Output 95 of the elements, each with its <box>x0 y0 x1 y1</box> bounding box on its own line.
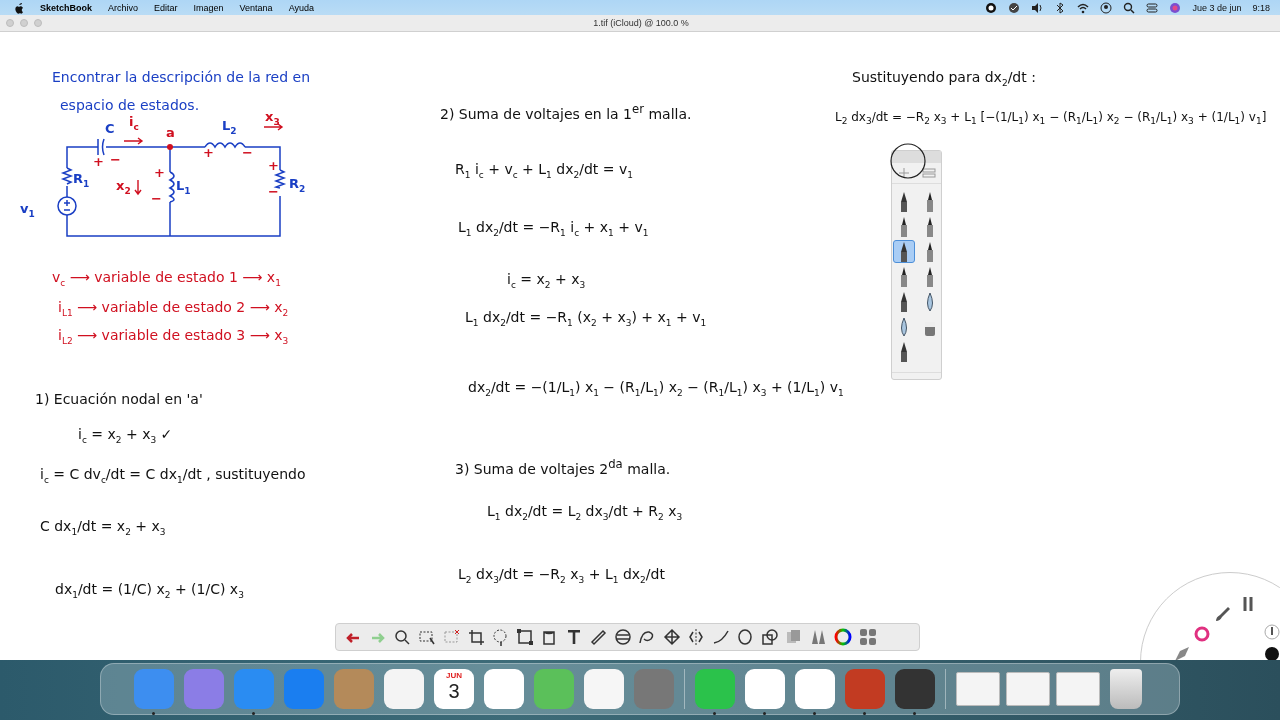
window-thumbnail[interactable] <box>1056 672 1100 706</box>
circuit-label: v$_{1}$ <box>20 201 35 221</box>
circuit-label: a <box>166 125 175 140</box>
perspective-icon[interactable] <box>662 628 681 646</box>
zoom-icon[interactable] <box>393 628 411 646</box>
lasso-icon[interactable] <box>491 628 509 646</box>
handwritten-text: R$_{1}$ i$_{c}$ + v$_{c}$ + L$_{1}$ dx$_{2}$/dt = v$_{1}$ <box>455 160 633 182</box>
deselect-icon[interactable] <box>442 628 460 646</box>
shapes-icon[interactable] <box>760 628 779 646</box>
layers-icon[interactable] <box>921 167 936 179</box>
control-center-icon[interactable] <box>1146 1 1159 14</box>
handwritten-text: i$_{c}$ = x$_{2}$ + x$_{3}$ <box>507 270 586 292</box>
menu-item[interactable]: Ventana <box>239 2 273 13</box>
app-menu[interactable]: SketchBook <box>40 2 92 13</box>
plus-icon[interactable] <box>897 167 910 179</box>
record-icon[interactable] <box>985 1 998 14</box>
calendar-day: 3 <box>448 680 460 702</box>
window-thumbnail[interactable] <box>956 672 1000 706</box>
menu-item[interactable]: Ayuda <box>288 2 314 13</box>
crop-icon[interactable] <box>466 628 485 646</box>
apple-logo-icon[interactable] <box>14 1 24 14</box>
handwritten-text: C dx$_{1}$/dt = x$_{2}$ + x$_{3}$ <box>40 517 166 539</box>
ruler-icon[interactable] <box>589 628 607 646</box>
size-slider-icon[interactable] <box>1263 623 1280 641</box>
handwritten-text: i$_{L1}$ ⟶ variable de estado 2 ⟶ x$_{2}$ <box>58 298 289 320</box>
handwritten-text: 2) Suma de voltajes en la 1$^{er}$ malla. <box>440 101 692 123</box>
menu-item[interactable]: Imagen <box>193 2 224 13</box>
app-icon[interactable] <box>584 669 624 709</box>
user-icon[interactable] <box>1100 1 1113 14</box>
calendar-month: JUN <box>446 671 462 680</box>
circuit-label: x$_{3}$ <box>265 109 280 129</box>
color-wheel-icon[interactable] <box>1193 625 1211 643</box>
handwritten-text: L$_{1}$ dx$_{2}$/dt = −R$_{1}$ i$_{c}$ + x$_{1}$ + v$_{1}$ <box>458 218 649 240</box>
opacity-icon[interactable] <box>1263 645 1280 660</box>
handwritten-text: Encontrar la descripción de la red en <box>52 68 311 86</box>
circuit-label: − <box>110 152 121 167</box>
circuit-label: − <box>242 145 253 160</box>
window-thumbnail[interactable] <box>1006 672 1050 706</box>
handwritten-text: espacio de estados. <box>60 96 200 114</box>
brush-tool[interactable] <box>892 240 915 263</box>
handwritten-text: i$_{c}$ = C dv$_{c}$/dt = C dx$_{1}$/dt , sustituyendo <box>40 465 306 487</box>
shield-check-icon[interactable] <box>1008 1 1021 14</box>
brush-icon[interactable] <box>1214 605 1232 623</box>
trash-icon[interactable] <box>1110 669 1142 709</box>
app-icon[interactable] <box>795 669 835 709</box>
circuit-label: − <box>268 184 279 199</box>
app-icon[interactable] <box>745 669 785 709</box>
handwritten-text: 1) Ecuación nodal en 'a' <box>35 390 203 408</box>
handwritten-text: dx$_{2}$/dt = −(1/L$_{1}$) x$_{1}$ − (R$_{1}$/L$_{1}$) x$_{2}$ − (R$_{1}$/L$_{1}$) x$_{3}$ + (1/L$_{1}$) v$_{1}$ <box>468 378 844 400</box>
selection-icon[interactable] <box>417 628 436 646</box>
circuit-label: R$_{2}$ <box>289 176 306 196</box>
oval-icon[interactable] <box>736 628 754 646</box>
volume-icon[interactable] <box>1031 1 1044 14</box>
menu-bar-time[interactable]: 9:18 <box>1252 2 1270 13</box>
handwritten-text: L$_{1}$ dx$_{2}$/dt = −R$_{1}$ (x$_{2}$ + x$_{3}$) + x$_{1}$ + v$_{1}$ <box>465 308 707 330</box>
palette-title-bar[interactable] <box>892 151 941 163</box>
handwritten-text: v$_{c}$ ⟶ variable de estado 1 ⟶ x$_{1}$ <box>52 268 281 290</box>
search-icon[interactable] <box>1123 1 1136 14</box>
app-icon[interactable] <box>895 669 935 709</box>
menu-item[interactable]: Archivo <box>108 2 139 13</box>
handwritten-text: Sustituyendo para dx$_{2}$/dt : <box>852 68 1036 90</box>
window-title: 1.tif (iCloud) @ 100.0 % <box>592 18 690 28</box>
handwritten-text: L$_{2}$ dx$_{3}$/dt = −R$_{2}$ x$_{3}$ + L$_{1}$ dx$_{2}$/dt <box>458 565 665 587</box>
color-wheel-icon[interactable] <box>834 628 852 646</box>
transform-icon[interactable] <box>515 628 534 646</box>
circuit-label: L$_{1}$ <box>176 178 191 198</box>
circuit-label: + <box>268 158 279 173</box>
circuit-label: L$_{2}$ <box>222 118 237 138</box>
circuit-label: x$_{2}$ <box>116 178 131 198</box>
handwritten-text: i$_{c}$ = x$_{2}$ + x$_{3}$ ✓ <box>78 425 173 447</box>
app-icon[interactable] <box>484 669 524 709</box>
siri-icon[interactable] <box>1169 1 1182 14</box>
handwritten-text: dx$_{1}$/dt = (1/C) x$_{2}$ + (1/C) x$_{3}$ <box>55 580 244 602</box>
circuit-label: C <box>105 121 115 136</box>
cursor-ring-icon <box>890 143 926 179</box>
handwritten-text: i$_{L2}$ ⟶ variable de estado 3 ⟶ x$_{3}$ <box>58 326 289 348</box>
ellipse-guide-icon[interactable] <box>613 628 632 646</box>
calendar-icon[interactable]: JUN 3 <box>434 669 474 709</box>
circuit-label: + <box>93 154 104 169</box>
menu-item[interactable]: Editar <box>154 2 178 13</box>
circuit-label: + <box>203 145 214 160</box>
app-icon[interactable] <box>384 669 424 709</box>
grid-icon[interactable] <box>858 628 877 646</box>
french-curve-icon[interactable] <box>638 628 656 646</box>
circuit-label: R$_{1}$ <box>73 171 90 191</box>
menu-bar-date[interactable]: Jue 3 de jun <box>1192 2 1242 13</box>
handwritten-text: L$_{1}$ dx$_{2}$/dt = L$_{2}$ dx$_{3}$/dt + R$_{2}$ x$_{3}$ <box>487 502 683 524</box>
circuit-label: − <box>151 191 162 206</box>
circuit-label: + <box>154 165 165 180</box>
circuit-label: i$_{c}$ <box>129 114 139 134</box>
handwritten-text: 3) Suma de voltajes 2$^{da}$ malla. <box>455 456 671 478</box>
line-icon[interactable] <box>711 628 730 646</box>
symmetry-icon[interactable] <box>687 628 705 646</box>
wifi-icon[interactable] <box>1077 1 1090 14</box>
handwritten-text: L$_{2}$ dx$_{3}$/dt = −R$_{2}$ x$_{3}$ + L$_{1}$ [−(1/L$_{1}$) x$_{1}$ − (R$_{1}$/L$_{1}$) x$_{2}$ − (R$_{1}$/L$_{1}$) x$_{3}$ + (1/L$_{1}$) v$_{1}$] <box>835 110 1268 129</box>
